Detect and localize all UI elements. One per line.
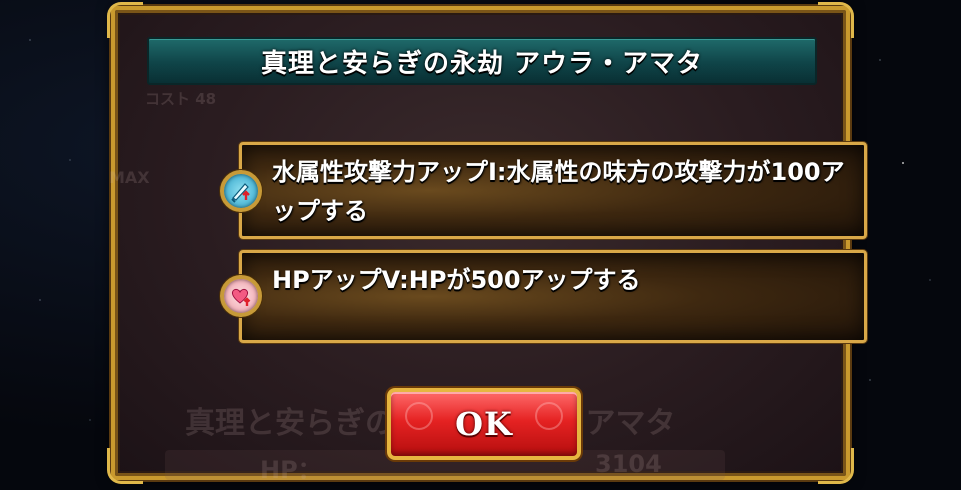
- ability-panel: 水属性攻撃力アップI:水属性の味方の攻撃力が100アップする: [220, 142, 867, 239]
- frame-ornament: [107, 2, 143, 38]
- background-max-label: MAX: [109, 168, 150, 187]
- dialog-title-bar: 真理と安らぎの永劫 アウラ・アマタ: [147, 37, 817, 85]
- button-ornament: [405, 402, 433, 430]
- frame-ornament: [818, 2, 854, 38]
- ok-button[interactable]: OK: [387, 388, 581, 460]
- ability-description: HPアップV:HPが500アップする: [272, 266, 641, 294]
- frame-ornament: [107, 448, 143, 484]
- ability-panel: HPアップV:HPが500アップする: [220, 250, 867, 343]
- button-ornament: [535, 402, 563, 430]
- dialog-title: 真理と安らぎの永劫 アウラ・アマタ: [260, 48, 704, 79]
- hp-up-icon: [220, 275, 262, 317]
- background-cost-label: コスト 48: [145, 90, 217, 108]
- ability-description: 水属性攻撃力アップI:水属性の味方の攻撃力が100アップする: [272, 158, 845, 225]
- attack-up-icon: [220, 170, 262, 212]
- ok-button-label: OK: [455, 405, 513, 443]
- background-hp-label: HP：: [260, 456, 322, 484]
- ability-dialog: コスト 48 MAX 真理と安らぎの永劫 アウラ・アマタ HP： 3104 真理…: [107, 2, 867, 484]
- frame-ornament: [818, 448, 854, 484]
- background-hp-value: 3104: [595, 450, 662, 478]
